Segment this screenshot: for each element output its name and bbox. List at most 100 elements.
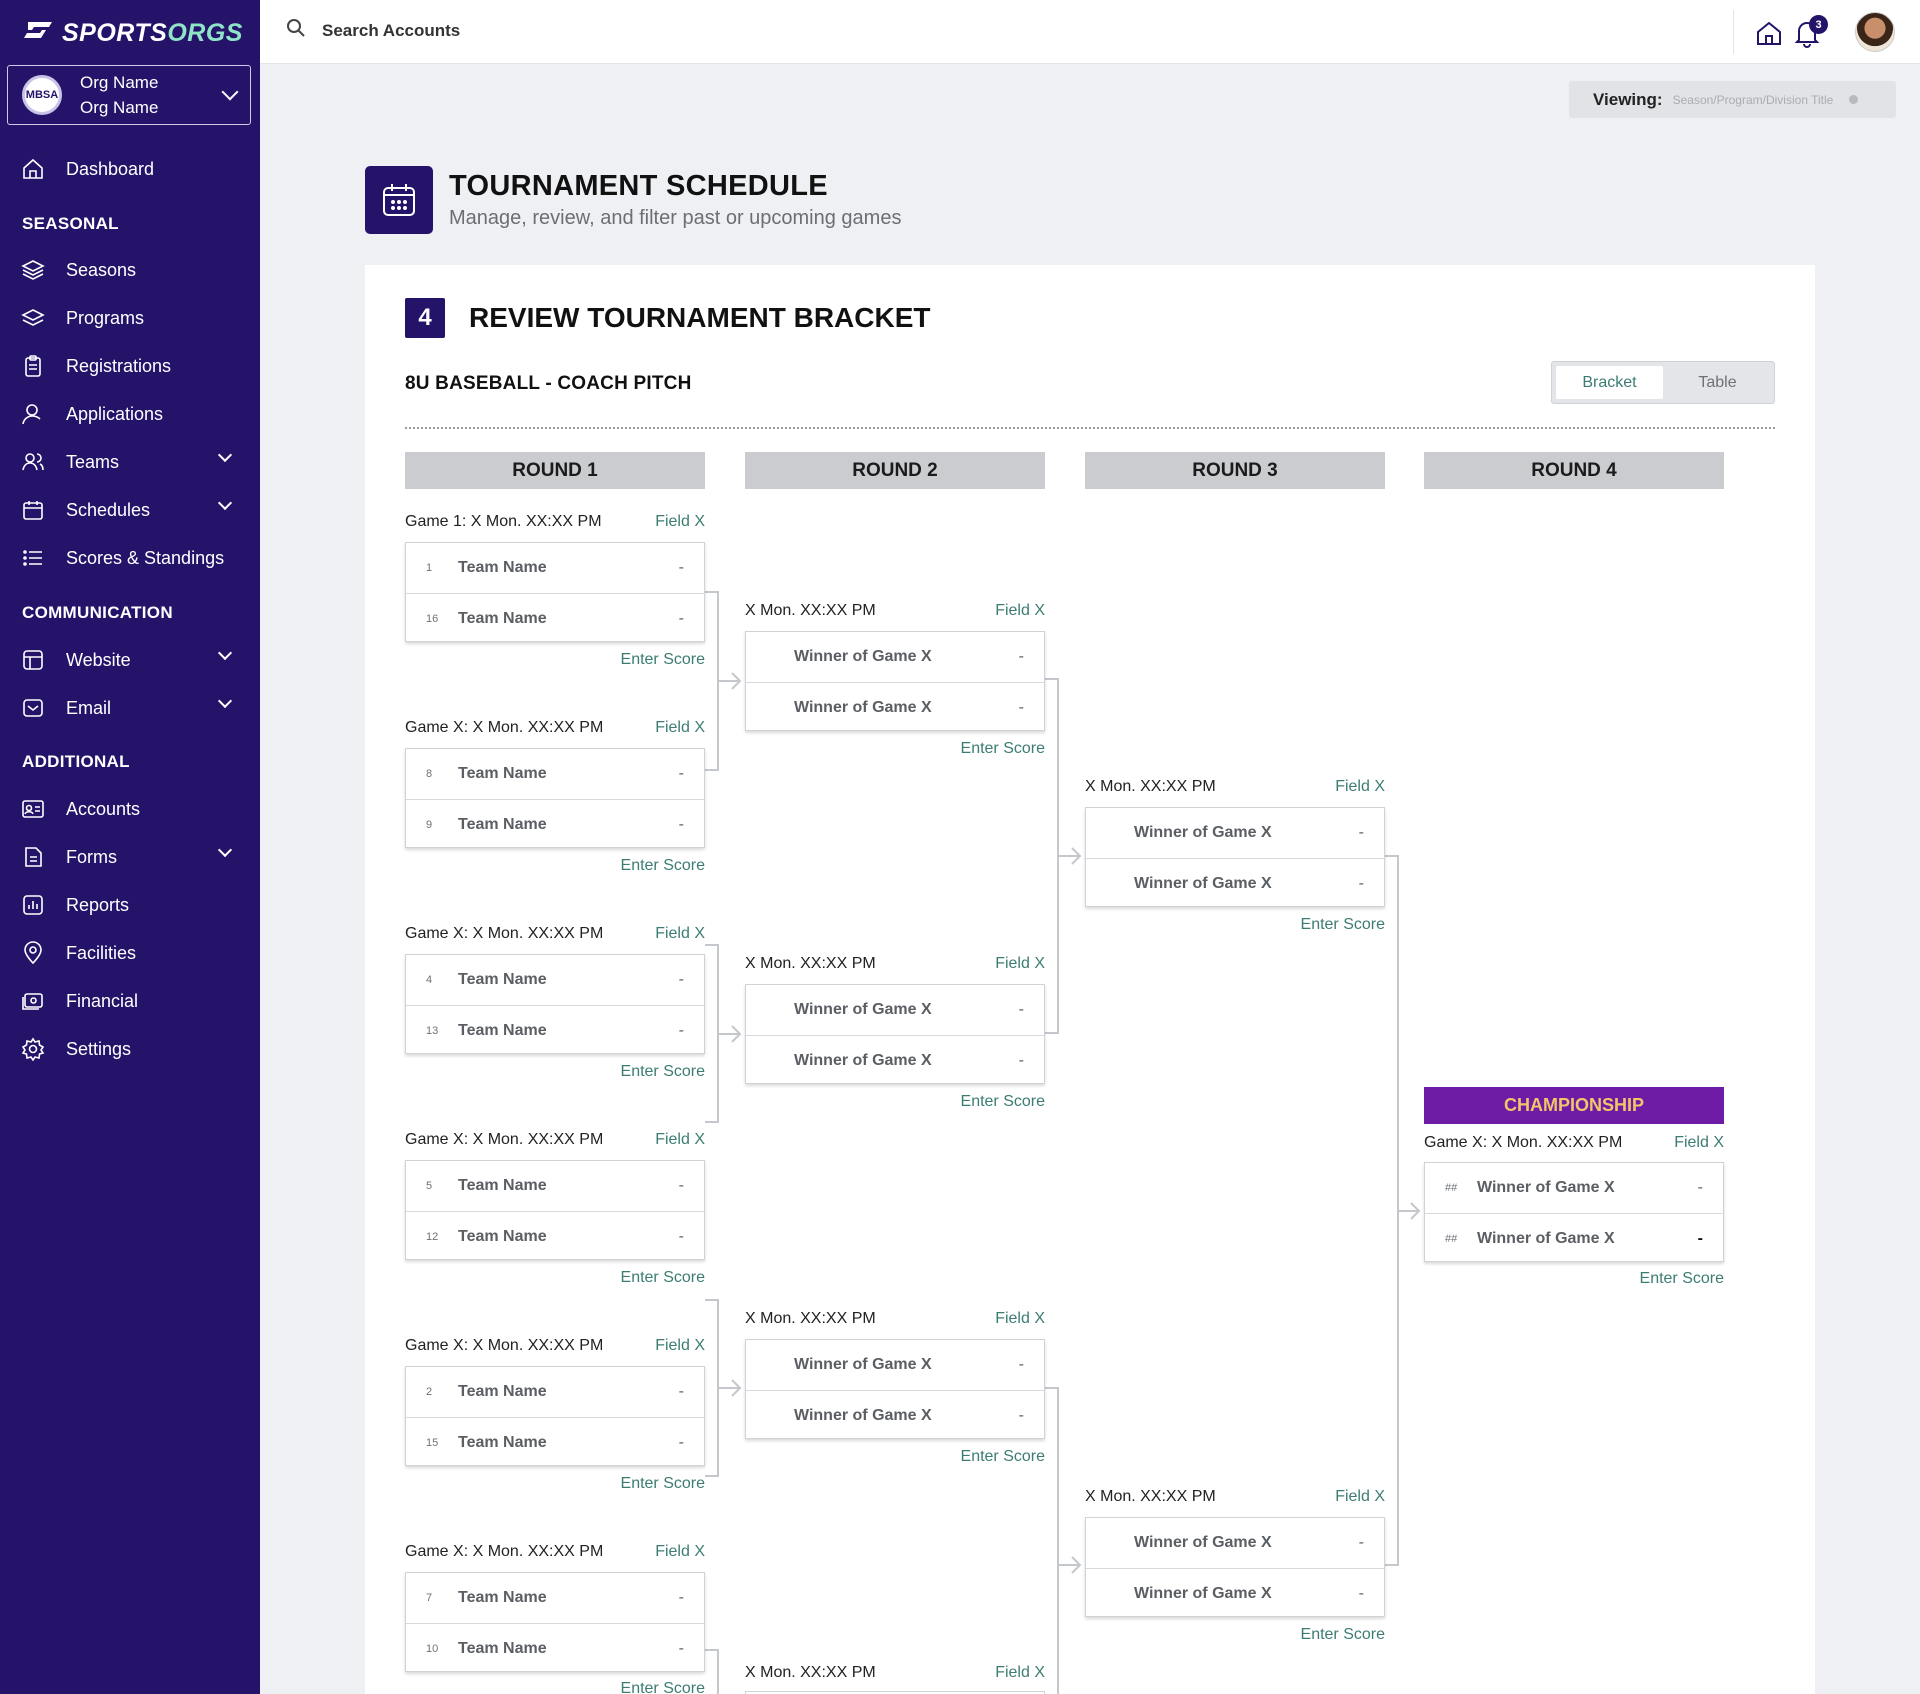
- game-box[interactable]: 1 Team Name - 16 Team Name -: [405, 542, 705, 642]
- search-accounts[interactable]: Search Accounts: [286, 18, 460, 43]
- toggle-bracket[interactable]: Bracket: [1556, 366, 1663, 399]
- viewing-selector[interactable]: Viewing: Season/Program/Division Title: [1569, 81, 1896, 118]
- team-name: Team Name: [458, 1383, 547, 1400]
- nav-email[interactable]: Email: [20, 691, 240, 725]
- game-field[interactable]: Field X: [995, 602, 1045, 620]
- team-row[interactable]: 7 Team Name -: [406, 1573, 704, 1623]
- enter-score-link[interactable]: Enter Score: [405, 1269, 705, 1287]
- calendar-icon: [20, 497, 46, 523]
- team-row[interactable]: 15 Team Name -: [406, 1417, 704, 1467]
- team-seed: 13: [426, 1024, 439, 1037]
- game-field[interactable]: Field X: [655, 1131, 705, 1149]
- team-row[interactable]: 13 Team Name -: [406, 1005, 704, 1055]
- enter-score-link[interactable]: Enter Score: [405, 857, 705, 875]
- game-label: X Mon. XX:XX PM Field X: [1085, 1488, 1385, 1506]
- game-field[interactable]: Field X: [655, 513, 705, 531]
- nav-applications[interactable]: Applications: [20, 397, 240, 431]
- nav-facilities[interactable]: Facilities: [20, 936, 240, 970]
- game-field[interactable]: Field X: [655, 1543, 705, 1561]
- nav-schedules[interactable]: Schedules: [20, 493, 240, 527]
- game-label: Game X: X Mon. XX:XX PM Field X: [405, 1131, 705, 1149]
- game-field[interactable]: Field X: [1335, 778, 1385, 796]
- enter-score-link[interactable]: Enter Score: [1085, 1626, 1385, 1644]
- team-row[interactable]: Winner of Game X -: [1086, 1568, 1384, 1618]
- game-label: Game X: X Mon. XX:XX PM Field X: [405, 925, 705, 943]
- nav-reports[interactable]: Reports: [20, 888, 240, 922]
- nav-registrations[interactable]: Registrations: [20, 349, 240, 383]
- team-row[interactable]: 2 Team Name -: [406, 1367, 704, 1417]
- team-row[interactable]: Winner of Game X -: [746, 1340, 1044, 1390]
- team-row[interactable]: Winner of Game X -: [746, 985, 1044, 1035]
- enter-score-link[interactable]: Enter Score: [745, 740, 1045, 758]
- team-row[interactable]: 1 Team Name -: [406, 543, 704, 593]
- toggle-table[interactable]: Table: [1664, 366, 1771, 399]
- nav-programs[interactable]: Programs: [20, 301, 240, 335]
- game-field[interactable]: Field X: [1674, 1134, 1724, 1152]
- money-icon: [20, 988, 46, 1014]
- team-row[interactable]: 4 Team Name -: [406, 955, 704, 1005]
- enter-score-link[interactable]: Enter Score: [1085, 916, 1385, 934]
- team-row[interactable]: 16 Team Name -: [406, 593, 704, 643]
- enter-score-link[interactable]: Enter Score: [745, 1093, 1045, 1111]
- game-box[interactable]: 2 Team Name - 15 Team Name -: [405, 1366, 705, 1466]
- game-field[interactable]: Field X: [1335, 1488, 1385, 1506]
- team-row[interactable]: Winner of Game X -: [746, 632, 1044, 682]
- home-icon[interactable]: [1754, 18, 1784, 48]
- game-box[interactable]: 4 Team Name - 13 Team Name -: [405, 954, 705, 1054]
- team-row[interactable]: 10 Team Name -: [406, 1623, 704, 1673]
- team-row[interactable]: 8 Team Name -: [406, 749, 704, 799]
- team-row[interactable]: Winner of Game X -: [746, 682, 1044, 732]
- enter-score-link[interactable]: Enter Score: [405, 1475, 705, 1493]
- enter-score-link[interactable]: Enter Score: [1424, 1270, 1724, 1288]
- game-box[interactable]: 7 Team Name - 10 Team Name -: [405, 1572, 705, 1672]
- team-row[interactable]: Winner of Game X -: [746, 1390, 1044, 1440]
- chevron-down-icon: [221, 83, 239, 101]
- team-row[interactable]: ## Winner of Game X -: [1425, 1213, 1723, 1263]
- enter-score-link[interactable]: Enter Score: [405, 1680, 705, 1694]
- game-box[interactable]: Winner of Game X - Winner of Game X -: [745, 984, 1045, 1084]
- team-row[interactable]: Winner of Game X -: [1086, 808, 1384, 858]
- game-field[interactable]: Field X: [655, 925, 705, 943]
- round-header: ROUND 3: [1085, 452, 1385, 489]
- team-row[interactable]: 9 Team Name -: [406, 799, 704, 849]
- team-row[interactable]: Winner of Game X -: [746, 1035, 1044, 1085]
- nav-seasons[interactable]: Seasons: [20, 253, 240, 287]
- team-name: Team Name: [458, 1639, 547, 1657]
- game-box[interactable]: Winner of Game X - Winner of Game X -: [1085, 1517, 1385, 1617]
- nav-website[interactable]: Website: [20, 643, 240, 677]
- user-avatar[interactable]: [1855, 12, 1895, 52]
- game-field[interactable]: Field X: [995, 1310, 1045, 1328]
- nav-dashboard[interactable]: Dashboard: [20, 152, 240, 186]
- game-box[interactable]: Winner of Game X - Winner of Game X -: [745, 631, 1045, 731]
- org-switcher[interactable]: MBSA Org Name Org Name: [7, 65, 251, 125]
- game-field[interactable]: Field X: [995, 955, 1045, 973]
- game-field[interactable]: Field X: [995, 1664, 1045, 1682]
- nav-section-communication: COMMUNICATION: [22, 603, 173, 622]
- nav-financial[interactable]: Financial: [20, 984, 240, 1018]
- nav-accounts[interactable]: Accounts: [20, 792, 240, 826]
- team-row[interactable]: 5 Team Name -: [406, 1161, 704, 1211]
- team-score: -: [678, 765, 684, 782]
- team-score: -: [678, 1177, 684, 1194]
- game-box[interactable]: ## Winner of Game X - ## Winner of Game X -: [1424, 1162, 1724, 1262]
- nav-teams[interactable]: Teams: [20, 445, 240, 479]
- sportsorgs-logo[interactable]: SPORTS ORGS: [22, 18, 243, 48]
- game-label: X Mon. XX:XX PM Field X: [745, 1310, 1045, 1328]
- enter-score-link[interactable]: Enter Score: [405, 651, 705, 669]
- team-row[interactable]: 12 Team Name -: [406, 1211, 704, 1261]
- game-box[interactable]: Winner of Game X - Winner of Game X -: [1085, 807, 1385, 907]
- game-box[interactable]: 8 Team Name - 9 Team Name -: [405, 748, 705, 848]
- nav-scores-standings[interactable]: Scores & Standings: [20, 541, 240, 575]
- game-box[interactable]: 5 Team Name - 12 Team Name -: [405, 1160, 705, 1260]
- nav-settings[interactable]: Settings: [20, 1032, 240, 1066]
- team-row[interactable]: Winner of Game X -: [1086, 1518, 1384, 1568]
- team-row[interactable]: ## Winner of Game X -: [1425, 1163, 1723, 1213]
- nav-forms-label: Forms: [66, 846, 117, 867]
- game-field[interactable]: Field X: [655, 1337, 705, 1355]
- enter-score-link[interactable]: Enter Score: [745, 1448, 1045, 1466]
- team-row[interactable]: Winner of Game X -: [1086, 858, 1384, 908]
- enter-score-link[interactable]: Enter Score: [405, 1063, 705, 1081]
- game-field[interactable]: Field X: [655, 719, 705, 737]
- nav-forms[interactable]: Forms: [20, 840, 240, 874]
- game-box[interactable]: Winner of Game X - Winner of Game X -: [745, 1339, 1045, 1439]
